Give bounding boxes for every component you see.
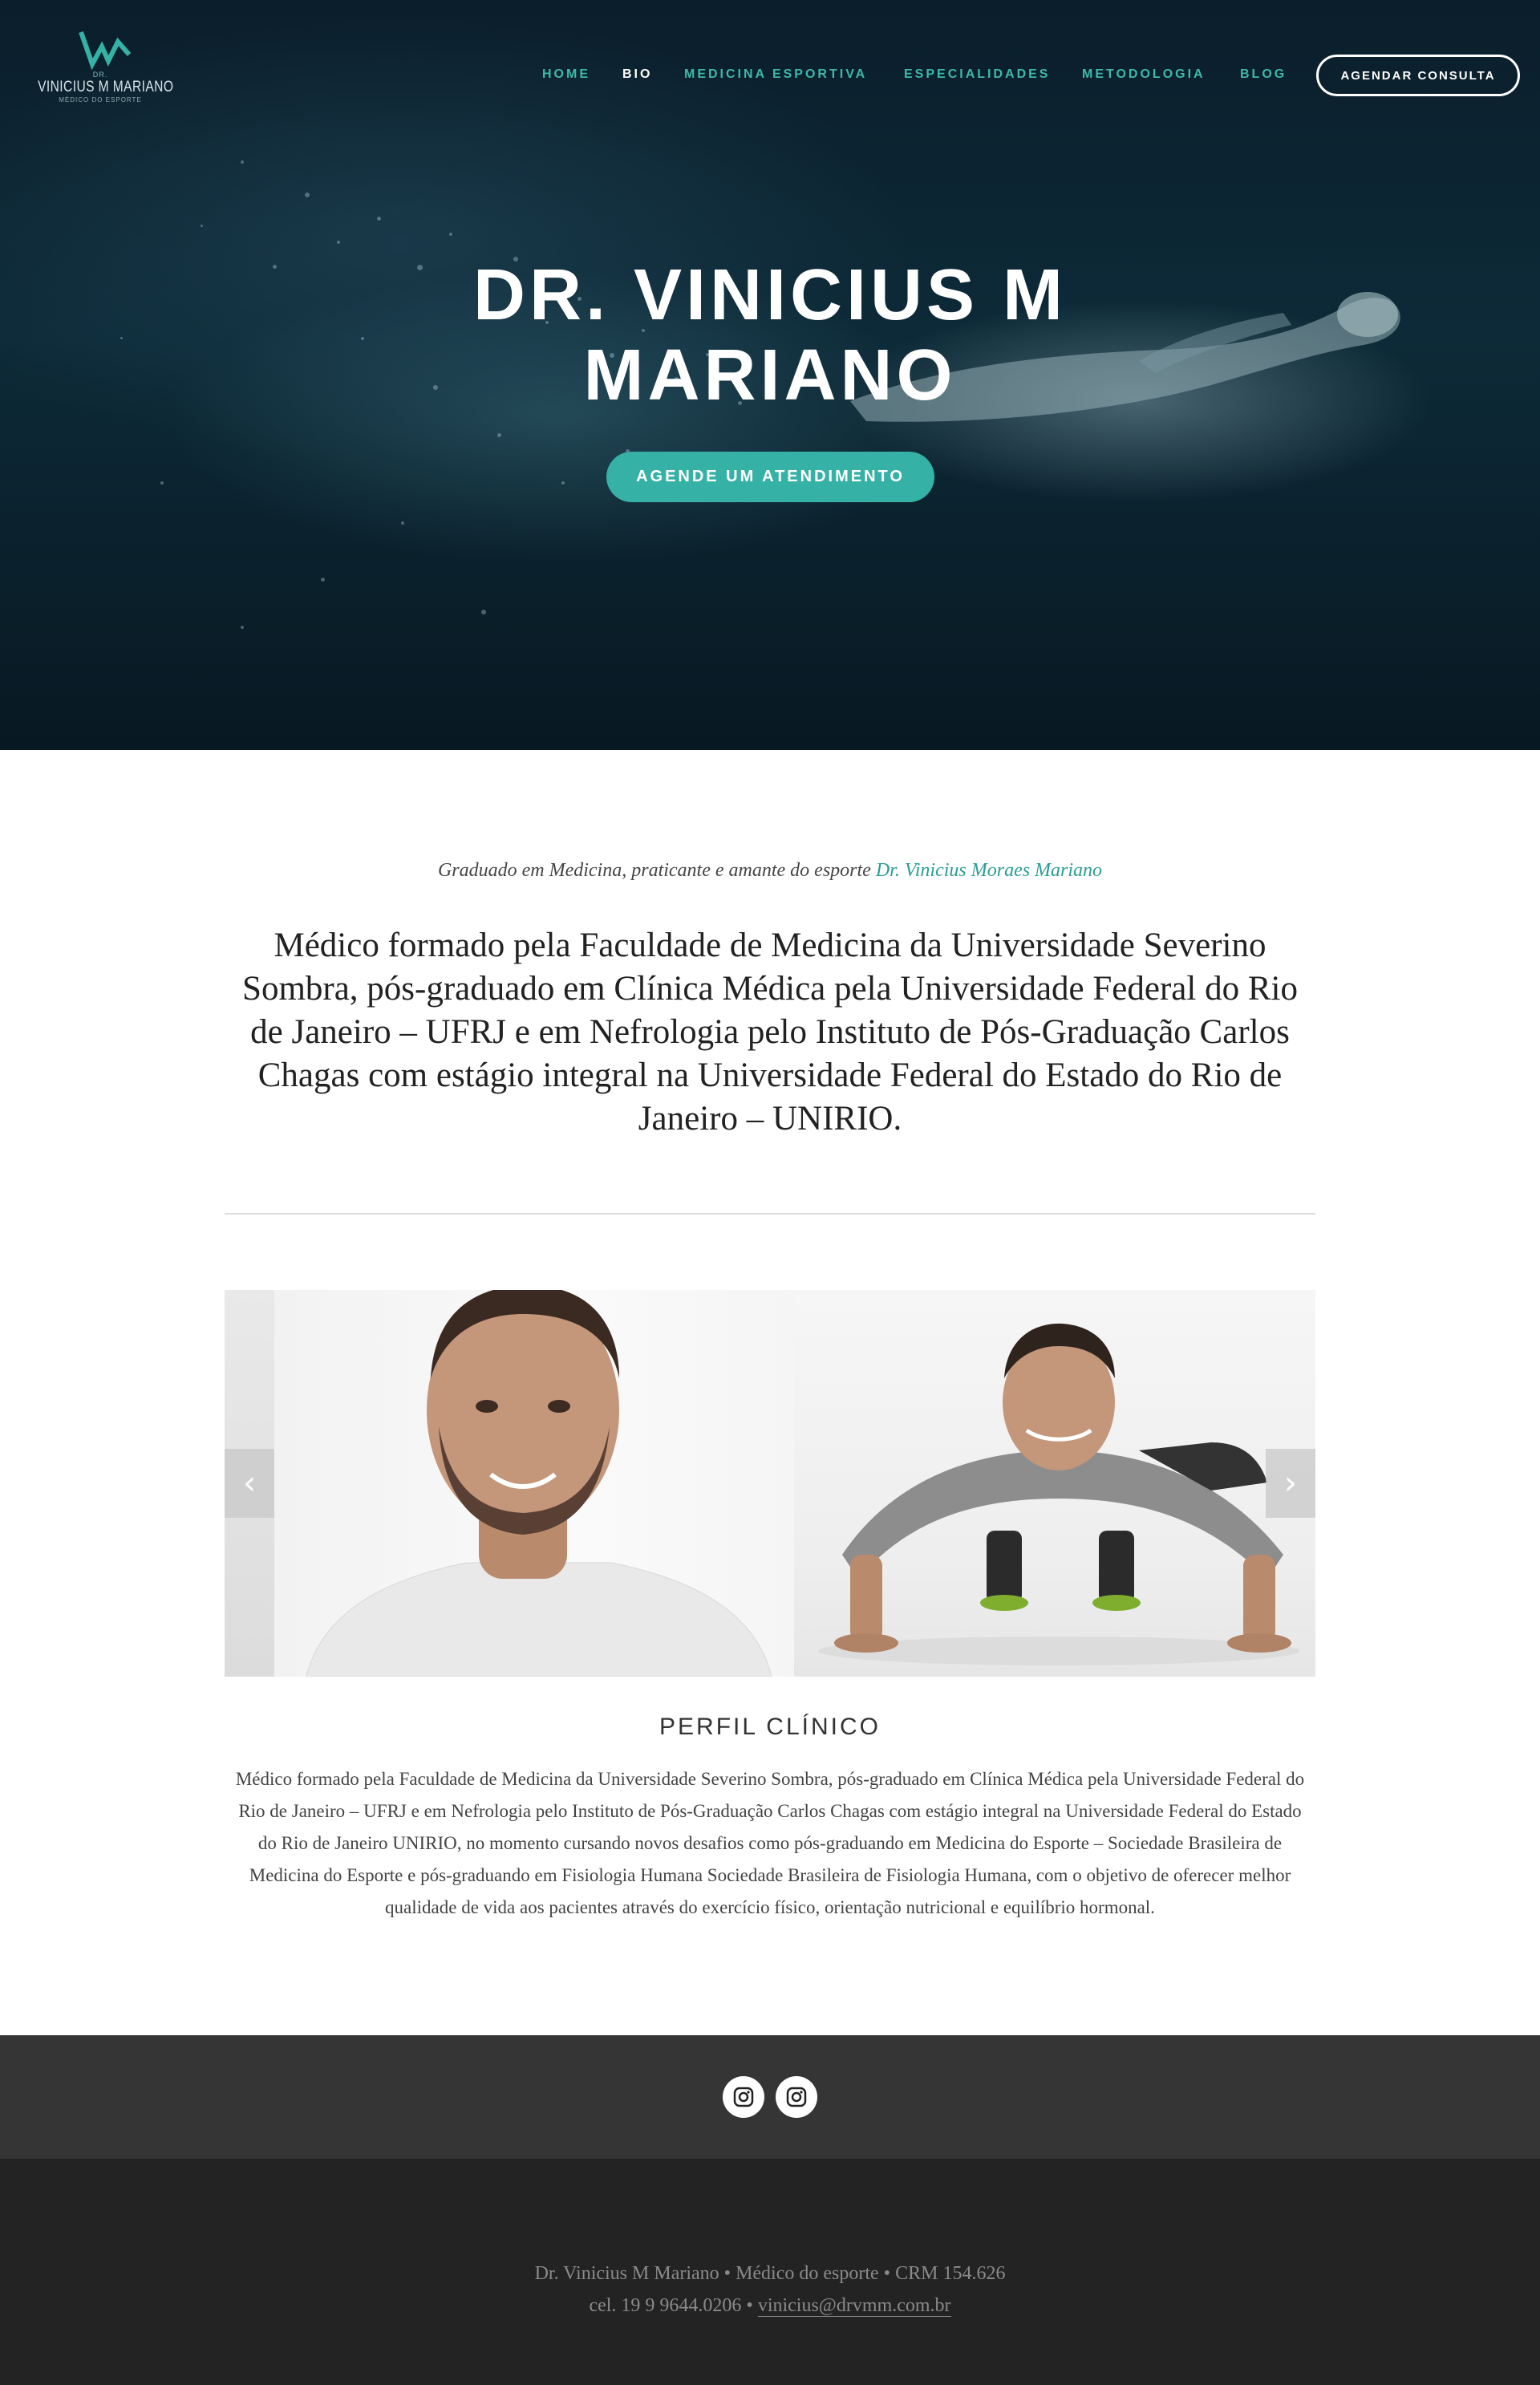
chevron-left-icon: ‹ — [243, 1465, 256, 1502]
intro-tagline: Graduado em Medicina, praticante e amant… — [0, 860, 1540, 882]
photo-gallery[interactable]: ‹ › — [225, 1290, 1315, 1677]
main-nav: HOME BIO MEDICINA ESPORTIVA ESPECIALIDAD… — [0, 53, 1540, 98]
instagram-icon — [786, 2087, 807, 2107]
footer-contact: cel. 19 9 9644.0206 • vinicius@drvmm.com… — [0, 2295, 1540, 2317]
portrait-photo — [274, 1290, 794, 1677]
profile-title: PERFIL CLÍNICO — [659, 1714, 881, 1740]
footer-email-link[interactable]: vinicius@drvmm.com.br — [757, 2295, 951, 2317]
nav-item-home[interactable]: HOME — [542, 67, 590, 82]
nav-item-bio[interactable]: BIO — [622, 67, 652, 82]
pushup-photo — [794, 1290, 1315, 1677]
gallery-next-button[interactable]: › — [1266, 1449, 1315, 1518]
intro-tagline-name: Dr. Vinicius Moraes Mariano — [875, 860, 1103, 881]
profile-text: Médico formado pela Faculdade de Medicin… — [235, 1769, 1305, 1917]
nav-item-metodologia[interactable]: METODOLOGIA — [1082, 67, 1206, 82]
book-appointment-button[interactable]: AGENDE UM ATENDIMENTO — [606, 452, 934, 502]
chevron-right-icon: › — [1284, 1465, 1297, 1502]
hero-section: DR. VINICIUS M MARIANO MÉDICO DO ESPORTE… — [0, 0, 1540, 750]
instagram-link-1[interactable] — [723, 2076, 764, 2118]
intro-tagline-prefix: Graduado em Medicina, praticante e amant… — [437, 860, 871, 881]
nav-item-especialidades[interactable]: ESPECIALIDADES — [904, 67, 1050, 82]
site-footer: Dr. Vinicius M Mariano • Médico do espor… — [0, 2159, 1540, 2385]
social-bar — [0, 2035, 1540, 2159]
intro-text: Médico formado pela Faculdade de Medicin… — [242, 927, 1298, 1138]
section-divider — [225, 1213, 1315, 1215]
footer-phone: cel. 19 9 9644.0206 • — [589, 2295, 753, 2316]
footer-credentials: Dr. Vinicius M Mariano • Médico do espor… — [534, 2263, 1006, 2284]
nav-item-medicina-esportiva[interactable]: MEDICINA ESPORTIVA — [684, 67, 867, 82]
instagram-link-2[interactable] — [776, 2076, 817, 2118]
nav-item-blog[interactable]: BLOG — [1240, 67, 1287, 82]
gallery-prev-button[interactable]: ‹ — [225, 1449, 274, 1518]
hero-title: DR. VINICIUS M MARIANO — [472, 255, 1068, 416]
instagram-icon — [733, 2087, 754, 2107]
schedule-consultation-button[interactable]: AGENDAR CONSULTA — [1316, 55, 1520, 96]
